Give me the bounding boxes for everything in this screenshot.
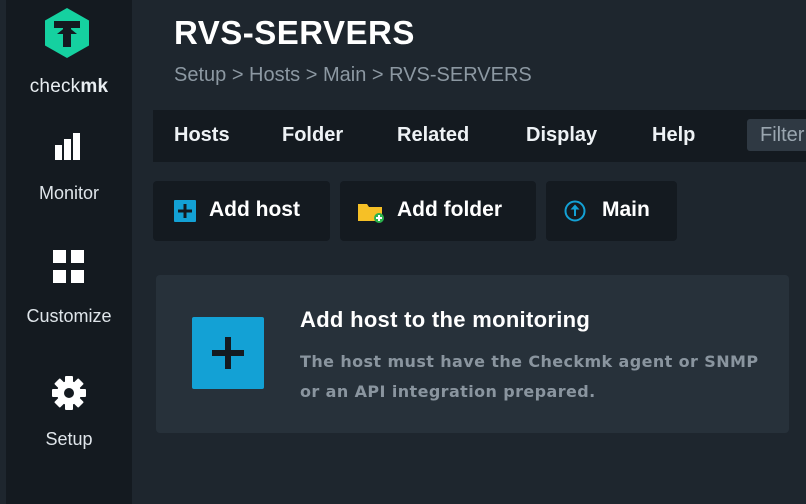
menu-related[interactable]: Related [397, 124, 469, 147]
grid-icon [53, 250, 84, 283]
add-host-button[interactable]: Add host [153, 181, 330, 241]
breadcrumb[interactable]: Setup > Hosts > Main > RVS-SERVERS [174, 64, 532, 87]
arrow-up-circle-icon [564, 200, 586, 222]
sidebar-item-label: Monitor [38, 183, 100, 203]
brand-name: checkmk [29, 76, 109, 97]
filter-input[interactable]: Filter [747, 119, 806, 151]
sidebar-item-label: Customize [26, 306, 112, 326]
add-folder-label: Add folder [397, 198, 502, 221]
main-button[interactable]: Main [546, 181, 677, 241]
card-title: Add host to the monitoring [300, 307, 591, 332]
add-host-card[interactable]: Add host to the monitoring The host must… [156, 275, 789, 433]
page-title: RVS-SERVERS [174, 14, 415, 51]
folder-add-icon [358, 204, 384, 223]
plus-icon [212, 337, 244, 369]
menu-display[interactable]: Display [526, 124, 597, 147]
add-host-label: Add host [209, 198, 300, 221]
sidebar-item-setup[interactable]: Setup [6, 373, 132, 450]
main-label: Main [602, 198, 650, 221]
card-description: The host must have the Checkmk agent or … [300, 352, 759, 401]
sidebar-item-label: Setup [45, 429, 93, 449]
bar-chart-icon [55, 133, 80, 160]
sidebar: checkmk Monitor Customize Setup [6, 0, 132, 504]
add-host-plus-icon[interactable] [192, 317, 264, 389]
checkmk-logo[interactable] [43, 7, 91, 59]
sidebar-item-customize[interactable]: Customize [6, 248, 132, 327]
plus-icon [174, 200, 196, 222]
menu-bar: Hosts Folder Related Display Help Filter [153, 110, 806, 162]
sidebar-item-monitor[interactable]: Monitor [6, 131, 132, 204]
add-folder-button[interactable]: Add folder [340, 181, 536, 241]
gear-icon [52, 376, 86, 410]
menu-hosts[interactable]: Hosts [174, 124, 230, 147]
menu-folder[interactable]: Folder [282, 124, 343, 147]
menu-help[interactable]: Help [652, 124, 695, 147]
